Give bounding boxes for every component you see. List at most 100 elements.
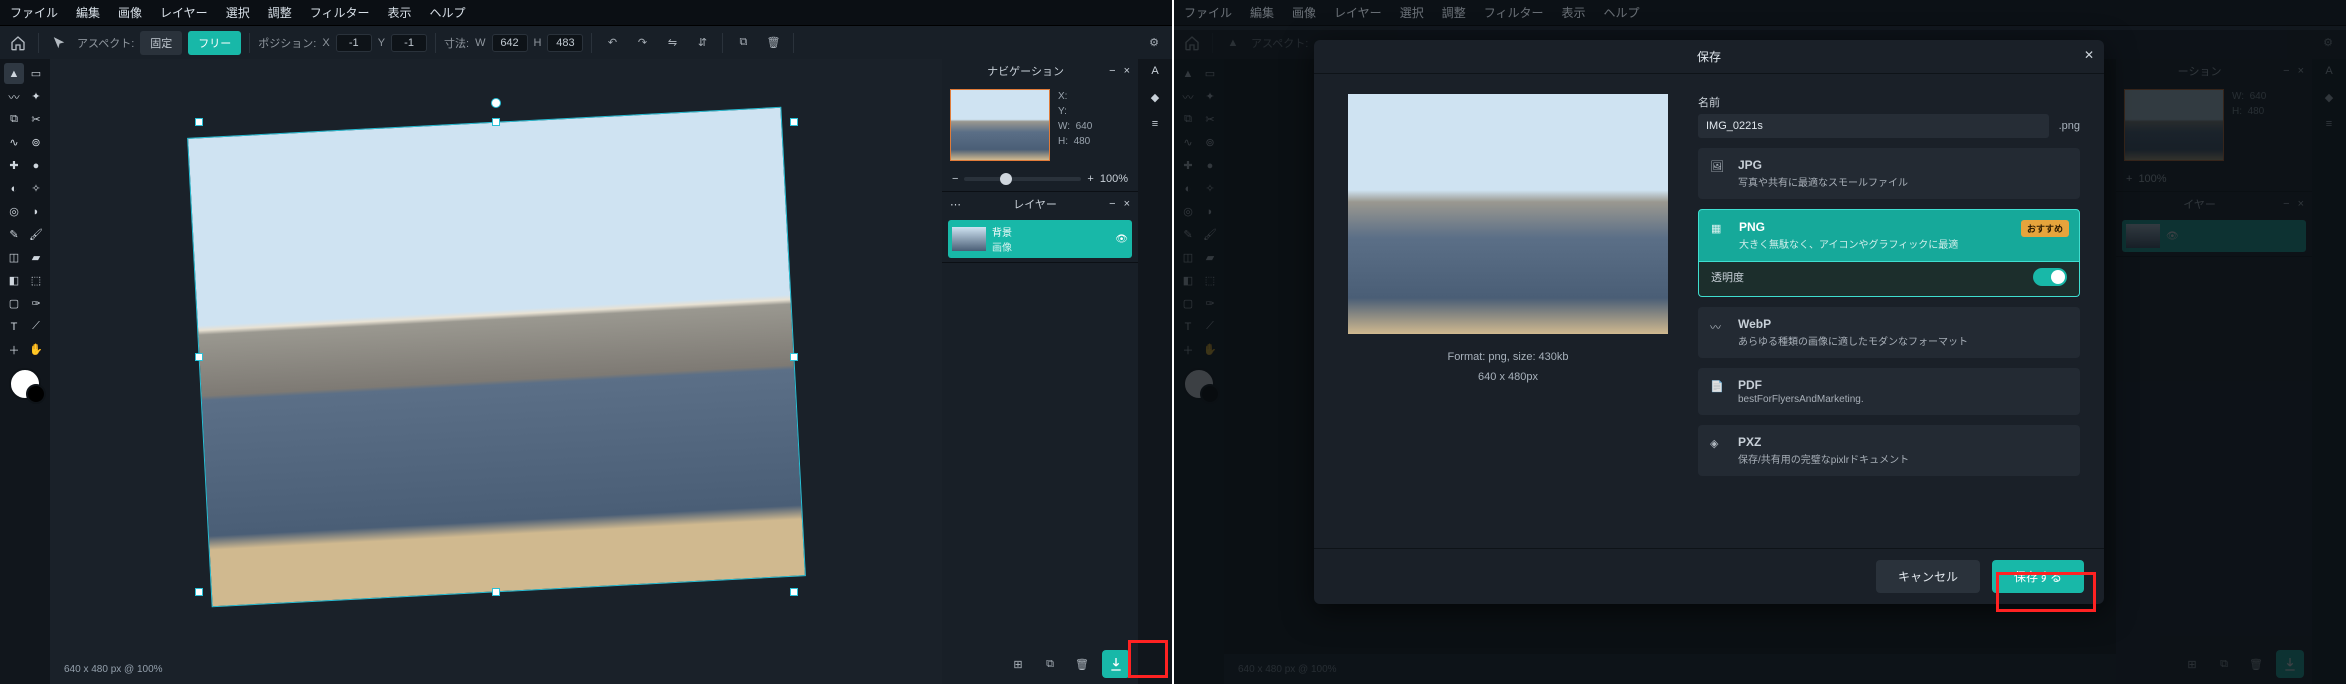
resize-handle[interactable] bbox=[195, 118, 203, 126]
menu-filter[interactable]: フィルター bbox=[1484, 4, 1544, 21]
undo-icon[interactable]: ↶ bbox=[600, 31, 624, 55]
crop-tool[interactable]: ⧉ bbox=[4, 109, 24, 130]
menu-edit[interactable]: 編集 bbox=[1250, 4, 1274, 21]
draw-tool[interactable]: ✑ bbox=[26, 293, 46, 314]
rotate-handle[interactable] bbox=[491, 98, 501, 108]
resize-handle[interactable] bbox=[195, 588, 203, 596]
menu-file[interactable]: ファイル bbox=[10, 4, 58, 21]
gradient-tool[interactable]: ◧ bbox=[4, 270, 24, 291]
menu-select[interactable]: 選択 bbox=[226, 4, 250, 21]
menu-edit[interactable]: 編集 bbox=[76, 4, 100, 21]
home-icon[interactable] bbox=[6, 31, 30, 55]
menu-adjust[interactable]: 調整 bbox=[268, 4, 292, 21]
menu-filter[interactable]: フィルター bbox=[310, 4, 370, 21]
close-icon[interactable]: ✕ bbox=[2084, 48, 2094, 62]
move-tool-icon[interactable] bbox=[47, 31, 71, 55]
menu-file[interactable]: ファイル bbox=[1184, 4, 1232, 21]
delete-icon[interactable]: 🗑 bbox=[761, 31, 785, 55]
blur-tool[interactable]: ● bbox=[26, 155, 46, 176]
menu-select[interactable]: 選択 bbox=[1400, 4, 1424, 21]
marquee-tool[interactable]: ▭ bbox=[26, 63, 46, 84]
format-jpg[interactable]: 🖼 JPG写真や共有に最適なスモールファイル bbox=[1698, 148, 2080, 199]
flip-h-icon[interactable]: ⇋ bbox=[660, 31, 684, 55]
menu-image[interactable]: 画像 bbox=[1292, 4, 1316, 21]
menu-help[interactable]: ヘルプ bbox=[1604, 4, 1640, 21]
zoom-in-icon[interactable]: + bbox=[1087, 173, 1093, 185]
resize-handle[interactable] bbox=[492, 118, 500, 126]
hand-tool[interactable]: ✋ bbox=[26, 339, 46, 360]
aspect-fixed-button[interactable]: 固定 bbox=[140, 31, 182, 55]
menu-adjust[interactable]: 調整 bbox=[1442, 4, 1466, 21]
resize-handle[interactable] bbox=[492, 588, 500, 596]
copy-icon[interactable]: ⧉ bbox=[731, 31, 755, 55]
resize-handle[interactable] bbox=[790, 588, 798, 596]
delete-layer-icon[interactable]: 🗑 bbox=[1070, 652, 1094, 676]
position-x-input[interactable]: -1 bbox=[336, 34, 372, 52]
background-color[interactable] bbox=[26, 384, 46, 404]
format-pxz[interactable]: ◈ PXZ保存/共有用の完璧なpixlrドキュメント bbox=[1698, 425, 2080, 476]
sponge-tool[interactable]: ◐ bbox=[4, 178, 24, 199]
menu-image[interactable]: 画像 bbox=[118, 4, 142, 21]
width-input[interactable]: 642 bbox=[492, 34, 528, 52]
menu-view[interactable]: 表示 bbox=[387, 4, 411, 21]
text-tool[interactable]: T bbox=[4, 316, 24, 337]
zoom-tool[interactable]: ＋ bbox=[4, 339, 24, 360]
cutout-tool[interactable]: ✂ bbox=[26, 109, 46, 130]
detail-tool[interactable]: ◎ bbox=[4, 201, 24, 222]
position-y-input[interactable]: -1 bbox=[391, 34, 427, 52]
zoom-slider[interactable] bbox=[964, 177, 1081, 181]
replace-tool[interactable]: ⬚ bbox=[26, 270, 46, 291]
redo-icon[interactable]: ↷ bbox=[630, 31, 654, 55]
layer-item[interactable]: 背景 画像 👁 bbox=[948, 220, 1132, 258]
menu-help[interactable]: ヘルプ bbox=[430, 4, 466, 21]
format-webp[interactable]: 〰 WebPあらゆる種類の画像に適したモダンなフォーマット bbox=[1698, 307, 2080, 358]
lasso-tool[interactable]: 〰 bbox=[4, 86, 24, 107]
menu-layer[interactable]: レイヤー bbox=[160, 4, 208, 21]
eraser-tool[interactable]: ◫ bbox=[4, 247, 24, 268]
menu-view[interactable]: 表示 bbox=[1561, 4, 1585, 21]
minimize-icon[interactable]: − bbox=[1109, 65, 1115, 77]
resize-handle[interactable] bbox=[790, 118, 798, 126]
dodge-tool[interactable]: ◗ bbox=[26, 201, 46, 222]
pen-tool[interactable]: ✎ bbox=[4, 224, 24, 245]
clone-tool[interactable]: ⊚ bbox=[26, 132, 46, 153]
brush-tool[interactable]: 🖌 bbox=[26, 224, 46, 245]
canvas-area[interactable] bbox=[50, 59, 942, 654]
resize-handle[interactable] bbox=[195, 353, 203, 361]
add-layer-icon[interactable]: ⊞ bbox=[1006, 652, 1030, 676]
height-input[interactable]: 483 bbox=[547, 34, 583, 52]
format-png[interactable]: ▦ PNG大きく無駄なく、アイコンやグラフィックに最適 おすすめ bbox=[1698, 209, 2080, 262]
visibility-icon[interactable]: 👁 bbox=[1115, 234, 1128, 245]
nav-thumbnail[interactable] bbox=[950, 89, 1050, 161]
flip-v-icon[interactable]: ⇵ bbox=[690, 31, 714, 55]
aspect-free-button[interactable]: フリー bbox=[188, 31, 241, 55]
transparency-toggle[interactable] bbox=[2033, 268, 2067, 286]
menu-layer[interactable]: レイヤー bbox=[1334, 4, 1382, 21]
adjust-panel-icon[interactable]: ◆ bbox=[1151, 91, 1159, 104]
shape-tool[interactable]: ▢ bbox=[4, 293, 24, 314]
close-icon[interactable]: × bbox=[1124, 198, 1130, 210]
resize-handle[interactable] bbox=[790, 353, 798, 361]
separator bbox=[793, 33, 794, 53]
heal-tool[interactable]: ✚ bbox=[4, 155, 24, 176]
image-selection[interactable] bbox=[199, 122, 794, 592]
zoom-out-icon[interactable]: − bbox=[952, 173, 958, 185]
text-panel-icon[interactable]: A bbox=[1151, 65, 1158, 77]
move-tool[interactable]: ▲ bbox=[4, 63, 24, 84]
layer-menu-icon[interactable]: ⋯ bbox=[950, 198, 961, 211]
duplicate-layer-icon[interactable]: ⧉ bbox=[1038, 652, 1062, 676]
disperse-tool[interactable]: ✧ bbox=[26, 178, 46, 199]
minimize-icon[interactable]: − bbox=[1109, 198, 1115, 210]
picker-tool[interactable]: ⟋ bbox=[26, 316, 46, 337]
position-label: ポジション: bbox=[258, 35, 316, 51]
wand-tool[interactable]: ✦ bbox=[26, 86, 46, 107]
gear-icon[interactable]: ⚙ bbox=[1142, 31, 1166, 55]
close-icon[interactable]: × bbox=[1124, 65, 1130, 77]
history-panel-icon[interactable]: ≡ bbox=[1152, 118, 1158, 130]
filename-input[interactable] bbox=[1698, 114, 2049, 138]
cancel-button[interactable]: キャンセル bbox=[1876, 560, 1980, 593]
fill-tool[interactable]: ▰ bbox=[26, 247, 46, 268]
format-pdf[interactable]: 📄 PDFbestForFlyersAndMarketing. bbox=[1698, 368, 2080, 415]
save-button[interactable] bbox=[1102, 650, 1130, 678]
liquify-tool[interactable]: ∿ bbox=[4, 132, 24, 153]
